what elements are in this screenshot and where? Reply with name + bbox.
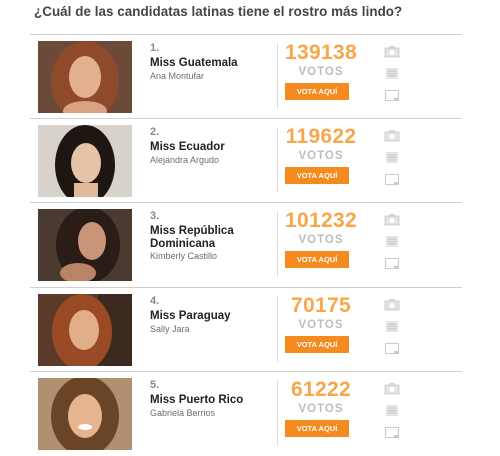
camera-icon[interactable] <box>384 382 400 395</box>
list-icon[interactable] <box>384 67 400 80</box>
candidate-photo[interactable] <box>38 293 132 366</box>
candidate-photo[interactable] <box>38 41 132 113</box>
votes-count: 101232 <box>285 209 357 233</box>
list-icon[interactable] <box>384 320 400 333</box>
divider <box>277 211 278 278</box>
candidate-list: 1. Miss Guatemala Ana Montufar 139138 VO… <box>30 34 462 456</box>
candidate-row: 2. Miss Ecuador Alejandra Argudo 119622 … <box>30 119 462 204</box>
candidate-name[interactable]: Miss Ecuador <box>150 141 278 154</box>
vote-button[interactable]: VOTA AQUÍ <box>285 83 349 100</box>
candidate-row: 1. Miss Guatemala Ana Montufar 139138 VO… <box>30 34 462 119</box>
candidate-photo-image <box>38 124 132 197</box>
votes-count: 61222 <box>291 378 351 402</box>
camera-icon[interactable] <box>384 129 400 142</box>
share-icons <box>384 298 400 364</box>
camera-icon[interactable] <box>384 298 400 311</box>
video-icon[interactable] <box>384 89 400 102</box>
votes-count: 70175 <box>291 293 351 317</box>
candidate-photo-image <box>38 209 132 282</box>
candidate-photo-image <box>38 293 132 366</box>
share-icons <box>384 213 400 279</box>
candidate-photo-image <box>38 41 132 113</box>
list-icon[interactable] <box>384 235 400 248</box>
candidate-rank: 1. <box>150 42 160 54</box>
votes-label: VOTOS <box>298 234 344 247</box>
share-icons <box>384 382 400 448</box>
candidate-photo-image <box>38 378 132 451</box>
page-title: ¿Cuál de las candidatas latinas tiene el… <box>34 4 403 19</box>
candidate-subname: Ana Montufar <box>150 71 205 81</box>
candidate-name[interactable]: Miss Paraguay <box>150 310 278 323</box>
divider <box>277 380 278 447</box>
video-icon[interactable] <box>384 173 400 186</box>
divider <box>277 295 278 362</box>
camera-icon[interactable] <box>384 45 400 58</box>
candidate-row: 3. Miss República Dominicana Kimberly Ca… <box>30 203 462 288</box>
candidate-name[interactable]: Miss Guatemala <box>150 57 278 70</box>
candidate-rank: 3. <box>150 210 160 223</box>
candidate-photo[interactable] <box>38 378 132 451</box>
vote-button[interactable]: VOTA AQUÍ <box>285 420 349 438</box>
votes-count: 119622 <box>285 124 357 148</box>
vote-button[interactable]: VOTA AQUÍ <box>285 251 349 269</box>
candidate-photo[interactable] <box>38 209 132 282</box>
votes-label: VOTOS <box>298 66 344 78</box>
votes-label: VOTOS <box>298 318 344 331</box>
candidate-subname: Kimberly Castillo <box>150 251 218 262</box>
share-icons <box>384 45 400 111</box>
share-icons <box>384 129 400 195</box>
candidate-name[interactable]: Miss República Dominicana <box>150 225 278 251</box>
candidate-photo[interactable] <box>38 124 132 197</box>
vote-button[interactable]: VOTA AQUÍ <box>285 166 349 184</box>
candidate-name[interactable]: Miss Puerto Rico <box>150 394 278 407</box>
vote-button[interactable]: VOTA AQUÍ <box>285 335 349 353</box>
votes-count: 139138 <box>285 41 357 64</box>
candidate-row: 4. Miss Paraguay Sally Jara 70175 VOTOS … <box>30 288 462 373</box>
candidate-rank: 5. <box>150 379 160 392</box>
video-icon[interactable] <box>384 426 400 439</box>
candidate-rank: 2. <box>150 125 160 138</box>
candidate-subname: Sally Jara <box>150 323 190 334</box>
candidate-row: 5. Miss Puerto Rico Gabriela Berrios 612… <box>30 372 462 456</box>
votes-label: VOTOS <box>298 149 344 162</box>
candidate-rank: 4. <box>150 294 160 307</box>
candidate-subname: Gabriela Berrios <box>150 408 216 419</box>
video-icon[interactable] <box>384 342 400 355</box>
candidate-subname: Alejandra Argudo <box>150 154 220 165</box>
list-icon[interactable] <box>384 404 400 417</box>
list-icon[interactable] <box>384 151 400 164</box>
divider <box>277 43 278 109</box>
divider <box>277 126 278 193</box>
video-icon[interactable] <box>384 257 400 270</box>
camera-icon[interactable] <box>384 213 400 226</box>
votes-label: VOTOS <box>298 403 344 416</box>
